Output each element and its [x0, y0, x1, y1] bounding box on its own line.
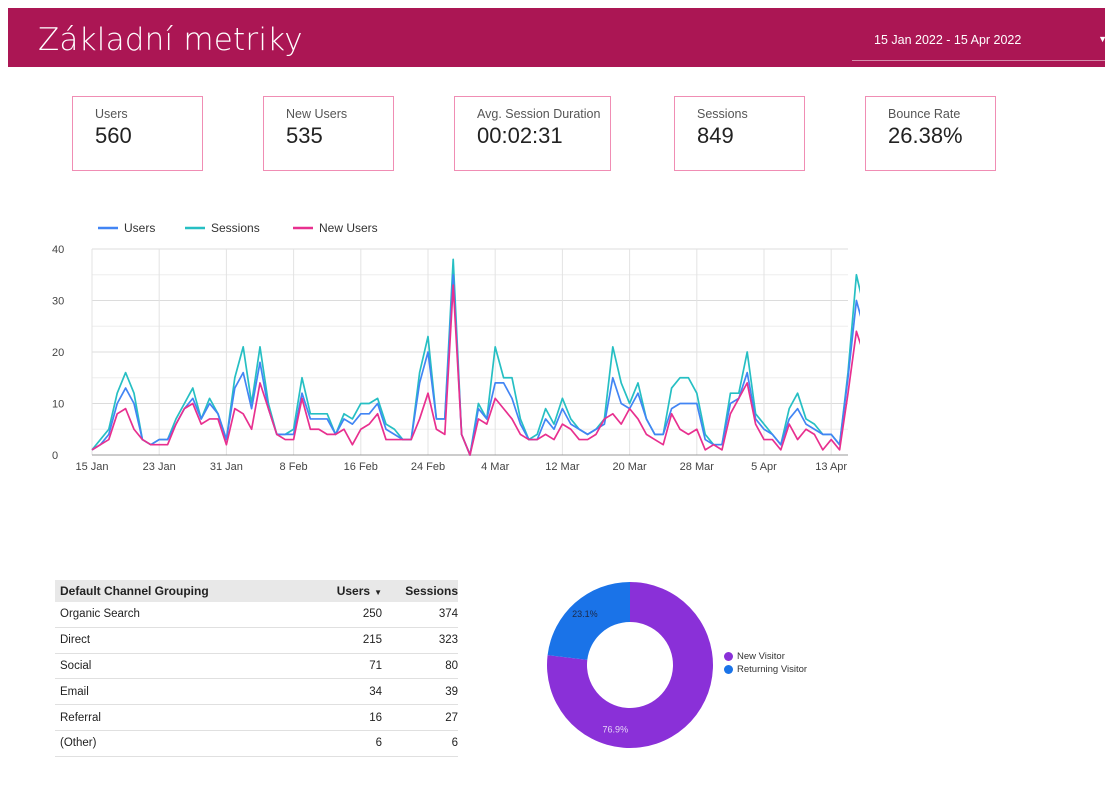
kpi-label: Bounce Rate — [888, 107, 961, 121]
kpi-card-avg-session-duration: Avg. Session Duration 00:02:31 — [454, 96, 611, 171]
cell-sessions: 323 — [438, 634, 458, 647]
x-tick-label: 20 Mar — [612, 461, 647, 473]
y-tick-label: 40 — [52, 244, 64, 256]
column-header-users[interactable]: Users ▼ — [310, 584, 382, 598]
kpi-value: 560 — [95, 123, 132, 148]
kpi-label: New Users — [286, 107, 348, 121]
legend-label: New Users — [319, 221, 378, 235]
cell-sessions: 80 — [445, 659, 458, 672]
x-tick-label: 15 Jan — [75, 461, 108, 473]
legend-dot — [724, 665, 733, 674]
cell-sessions: 374 — [438, 608, 458, 621]
y-tick-label: 30 — [52, 296, 64, 308]
donut-slice — [547, 582, 630, 660]
cell-users: 34 — [369, 685, 382, 698]
chevron-down-icon: ▼ — [1098, 34, 1107, 44]
cell-sessions: 27 — [445, 711, 458, 724]
kpi-card-users: Users 560 — [72, 96, 203, 171]
legend-label: Users — [124, 221, 155, 235]
legend-label: Returning Visitor — [737, 664, 808, 675]
table-row: (Other) 6 6 — [55, 731, 458, 757]
cell-users: 250 — [362, 608, 382, 621]
cell-sessions: 6 — [451, 737, 458, 750]
kpi-value: 26.38% — [888, 123, 963, 148]
x-tick-label: 23 Jan — [143, 461, 176, 473]
kpi-label: Sessions — [697, 107, 748, 121]
table-row: Referral 16 27 — [55, 705, 458, 731]
donut-chart: 76.9% 23.1% — [547, 582, 713, 748]
cell-channel: (Other) — [60, 737, 97, 750]
y-tick-label: 10 — [52, 399, 64, 411]
kpi-value: 849 — [697, 123, 734, 148]
cell-users: 6 — [375, 737, 382, 750]
cell-users: 215 — [362, 634, 382, 647]
y-tick-label: 0 — [52, 450, 58, 462]
table-header: Default Channel Grouping Users ▼ Sessions — [55, 580, 458, 602]
x-tick-label: 28 Mar — [680, 461, 715, 473]
table-row: Social 71 80 — [55, 654, 458, 680]
legend-dot — [724, 652, 733, 661]
slice-label: 23.1% — [572, 609, 598, 619]
table-row: Email 34 39 — [55, 679, 458, 706]
legend-item-new-visitor: New Visitor — [724, 650, 807, 663]
table-row: Organic Search 250 374 — [55, 602, 458, 628]
y-tick-label: 20 — [52, 347, 64, 359]
slice-label: 76.9% — [603, 724, 629, 734]
kpi-value: 535 — [286, 123, 323, 148]
column-header-users-label: Users — [336, 584, 371, 598]
x-tick-label: 13 Apr — [815, 461, 847, 473]
x-tick-label: 8 Feb — [280, 461, 308, 473]
cell-users: 71 — [369, 659, 382, 672]
x-tick-label: 31 Jan — [210, 461, 243, 473]
header-bar: Základní metriky 15 Jan 2022 - 15 Apr 20… — [8, 8, 1113, 67]
kpi-label: Users — [95, 107, 128, 121]
cell-users: 16 — [369, 711, 382, 724]
x-tick-label: 24 Feb — [411, 461, 445, 473]
kpi-card-new-users: New Users 535 — [263, 96, 394, 171]
column-header-sessions[interactable]: Sessions — [382, 584, 458, 598]
x-tick-label: 5 Apr — [751, 461, 777, 473]
cell-channel: Direct — [60, 634, 91, 647]
kpi-value: 00:02:31 — [477, 123, 563, 148]
kpi-card-sessions: Sessions 849 — [674, 96, 805, 171]
cell-channel: Organic Search — [60, 608, 140, 621]
kpi-label: Avg. Session Duration — [477, 107, 601, 121]
x-tick-label: 12 Mar — [545, 461, 580, 473]
date-range-text: 15 Jan 2022 - 15 Apr 2022 — [874, 33, 1022, 47]
cell-channel: Social — [60, 659, 92, 672]
donut-legend: New Visitor Returning Visitor — [724, 650, 807, 676]
sort-desc-icon: ▼ — [374, 588, 382, 597]
legend-label: Sessions — [211, 221, 260, 235]
column-header-channel[interactable]: Default Channel Grouping — [55, 584, 310, 598]
page-title: Základní metriky — [38, 22, 303, 58]
legend-item-returning-visitor: Returning Visitor — [724, 663, 807, 676]
legend-label: New Visitor — [737, 651, 785, 662]
cell-channel: Referral — [60, 711, 101, 724]
date-range-picker[interactable]: 15 Jan 2022 - 15 Apr 2022 ▼ — [852, 20, 1113, 61]
table-row: Direct 215 323 — [55, 628, 458, 654]
cell-channel: Email — [60, 685, 89, 698]
channel-table: Default Channel Grouping Users ▼ Sessions… — [55, 580, 458, 757]
cell-sessions: 39 — [445, 685, 458, 698]
x-tick-label: 16 Feb — [344, 461, 378, 473]
kpi-card-bounce-rate: Bounce Rate 26.38% — [865, 96, 996, 171]
x-tick-label: 4 Mar — [481, 461, 509, 473]
line-chart: 15 Jan 23 Jan 31 Jan 8 Feb 16 Feb 24 Feb 4 Mar… — [52, 221, 860, 473]
